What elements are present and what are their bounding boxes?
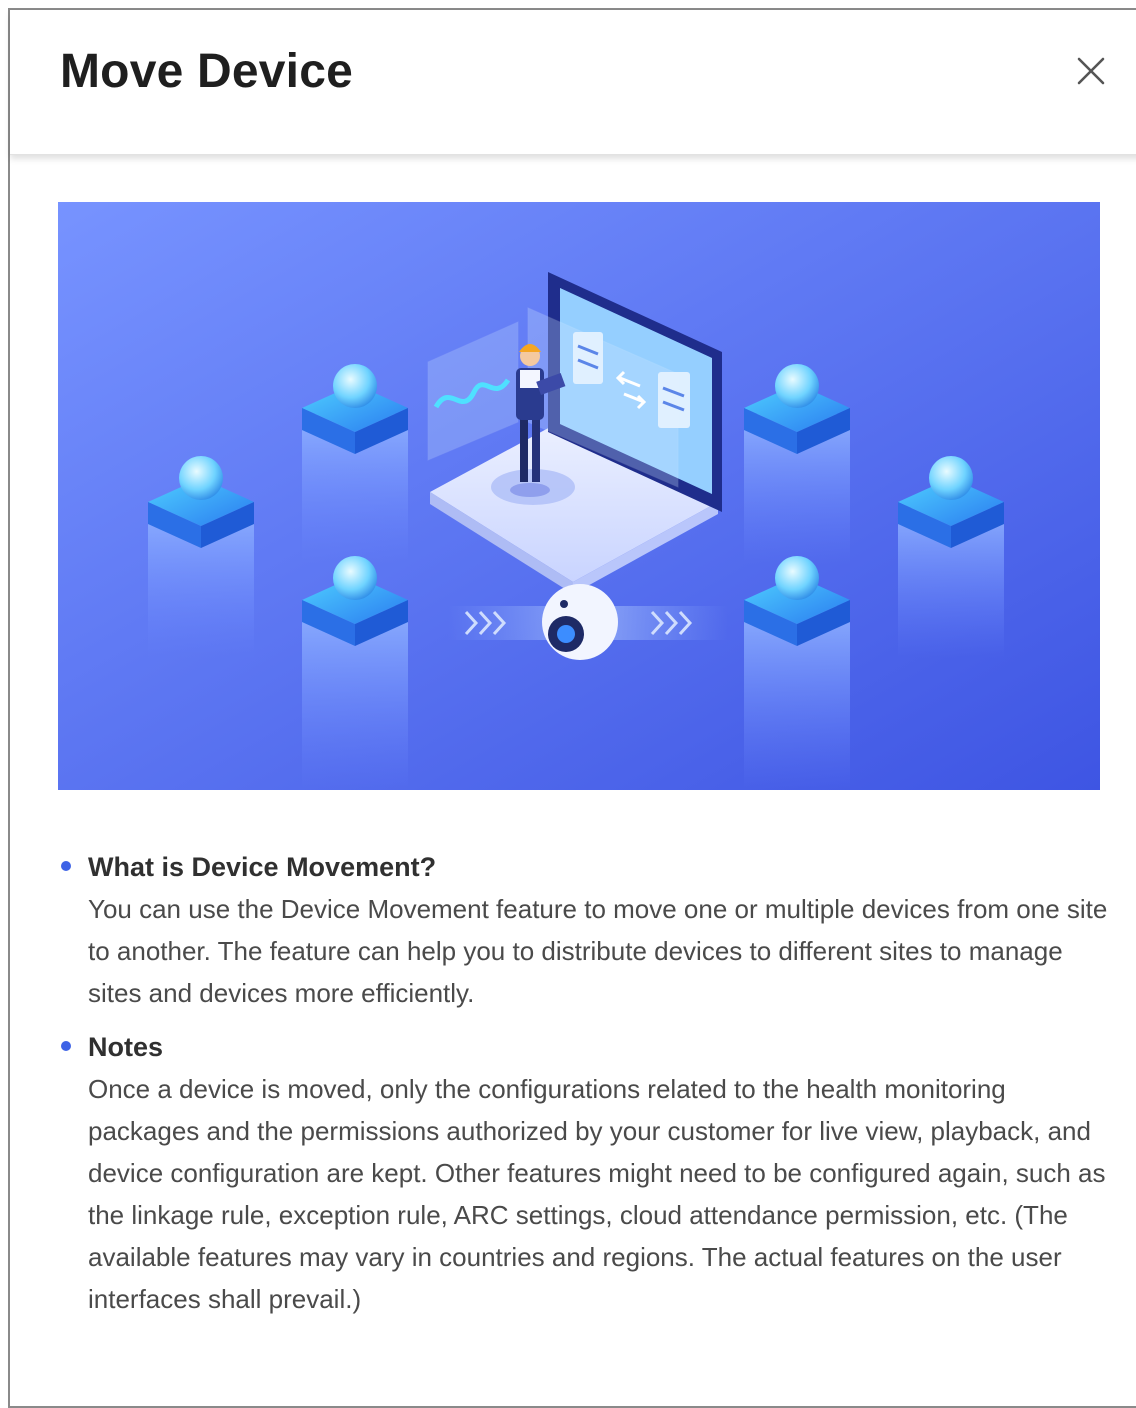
dialog-title: Move Device [60, 45, 354, 98]
list-item: Notes Once a device is moved, only the c… [58, 1026, 1118, 1320]
notes-list: What is Device Movement? You can use the… [58, 846, 1118, 1332]
note-heading: What is Device Movement? [88, 852, 437, 882]
bullet-icon [61, 1041, 71, 1051]
close-icon[interactable] [1072, 52, 1110, 90]
dialog-header: Move Device [10, 10, 1136, 155]
device-movement-illustration [58, 202, 1100, 790]
bullet-icon [61, 861, 71, 871]
note-text: You can use the Device Movement feature … [88, 894, 1108, 1008]
note-heading: Notes [88, 1032, 164, 1062]
list-item: What is Device Movement? You can use the… [58, 846, 1118, 1014]
note-text: Once a device is moved, only the configu… [88, 1074, 1106, 1314]
move-device-dialog: Move Device What is Device Movement? You… [8, 8, 1136, 1408]
